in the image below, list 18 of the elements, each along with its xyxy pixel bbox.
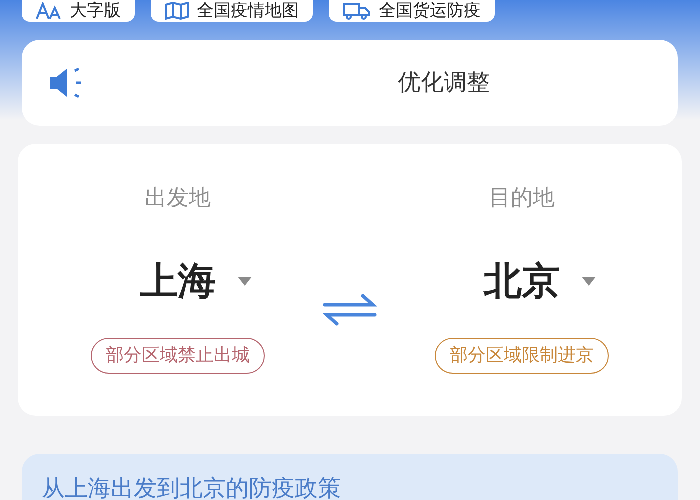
quick-link[interactable]: 全国疫情地图: [151, 0, 313, 22]
speaker-icon: [48, 66, 84, 100]
field-label: 目的地: [489, 185, 555, 213]
caret-icon: [238, 277, 252, 286]
policy-title: 从上海出发到北京的防疫政策: [42, 476, 341, 500]
status-tag: 部分区域限制进京: [435, 338, 609, 374]
notice-text: 优化调整: [398, 68, 490, 98]
quick-link[interactable]: 大字版: [22, 0, 135, 22]
map-icon: [165, 2, 189, 20]
status-tag: 部分区域禁止出城: [91, 338, 265, 374]
font-size-icon: [36, 2, 62, 20]
quick-link[interactable]: 全国货运防疫: [329, 0, 495, 22]
field-label: 出发地: [145, 185, 211, 213]
caret-icon: [582, 277, 596, 286]
truck-icon: [343, 2, 371, 20]
city-selector[interactable]: 上海: [104, 253, 252, 310]
swap-icon[interactable]: [323, 292, 377, 328]
city-selector[interactable]: 北京: [448, 253, 596, 310]
